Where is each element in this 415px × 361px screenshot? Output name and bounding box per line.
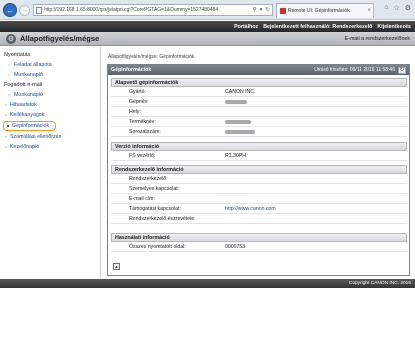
panel-header: Gépinformációk Utolsó frissítés: 09/11 2… — [108, 65, 409, 75]
portal-link[interactable]: Portálhoz — [234, 24, 258, 30]
forward-arrow-icon[interactable]: → — [19, 5, 30, 16]
search-icon[interactable]: ⚲ — [253, 7, 257, 13]
sidebar-item-operator-log[interactable]: Kezelőnapló — [0, 142, 100, 152]
refresh-icon[interactable]: ↻ — [265, 7, 270, 13]
sidebar-item-device-info[interactable]: Gépinformációk — [3, 121, 56, 131]
refresh-icon: ↻ — [399, 67, 405, 73]
info-label: Hely: — [129, 109, 141, 115]
usage-section: Használati információ Összes nyomtatott … — [111, 233, 407, 252]
sidebar-item-print-log[interactable]: Munkanapló — [0, 70, 100, 80]
close-tab-icon[interactable]: × — [367, 8, 371, 14]
info-row: Rendszerkezelő észrevétele: — [111, 214, 407, 224]
panel-title: Gépinformációk — [111, 67, 152, 73]
section-title: Használati információ — [111, 233, 407, 242]
info-row: Terméknév: — [111, 117, 407, 127]
info-label: Rendszerkezelő: — [129, 176, 168, 182]
info-row: FS vezérlő: R1.30PH — [111, 151, 407, 161]
refresh-button[interactable]: ↻ — [398, 66, 406, 74]
info-label: Gépnév: — [129, 99, 149, 105]
breadcrumb: Állapotfigyelés/mégse: Gépinformációk — [108, 54, 195, 60]
info-row: Támogatási kapcsolat: http://www.canon.c… — [111, 204, 407, 214]
info-label: Sorozatszám: — [129, 129, 161, 135]
section-title: Verzió információ — [111, 142, 407, 151]
browser-tab[interactable]: Remote UI: Gépinformációk × — [276, 3, 374, 18]
copyright: Copyright CANON INC. 2016 — [348, 281, 411, 286]
sidebar-section-print: Nyomtatás — [4, 52, 31, 58]
admin-section: Rendszerkezelő információ Rendszerkezelő… — [111, 165, 407, 224]
canon-favicon-icon — [280, 8, 286, 14]
tab-title: Remote UI: Gépinformációk — [288, 8, 350, 14]
browser-toolbar: ← → http://192.168.1.65:8000/rps/jstatpr… — [0, 0, 415, 20]
sidebar-item-email-log[interactable]: Munkanapló — [0, 90, 100, 100]
total-pages-value: 0000753 — [225, 244, 246, 250]
address-bar[interactable]: http://192.168.1.65:8000/rps/jstatpri.cg… — [33, 4, 273, 16]
browser-icons: ⌂ ☆ ⚙ — [384, 4, 411, 12]
info-label: Rendszerkezelő észrevétele: — [129, 216, 196, 222]
info-label: Összes nyomtatott oldal: — [129, 244, 186, 250]
mail-admin-link[interactable]: E-mail a rendszerkezelőnek — [345, 36, 410, 42]
arrow-up-icon: ▲ — [114, 264, 119, 269]
home-icon[interactable]: ⌂ — [384, 4, 388, 12]
dropdown-icon[interactable]: ▾ — [260, 7, 263, 13]
info-row: Személyes kapcsolat: — [111, 184, 407, 194]
serial-number-value — [225, 129, 255, 136]
support-link[interactable]: http://www.canon.com — [225, 206, 276, 212]
sidebar-item-job-status[interactable]: Feladat állapota — [0, 60, 100, 70]
info-label: Gyártó: — [129, 89, 147, 95]
sidebar: Nyomtatás Feladat állapota Munkanapló Fo… — [0, 47, 101, 279]
device-name-value — [225, 99, 247, 106]
url-text[interactable]: http://192.168.1.65:8000/rps/jstatpri.cg… — [44, 7, 218, 13]
sidebar-item-error-info[interactable]: Hibaadatok — [0, 100, 100, 110]
page-title: Állapotfigyelés/mégse — [20, 34, 100, 43]
logout-link[interactable]: Kijelentkezés — [377, 24, 411, 30]
info-row: Összes nyomtatott oldal: 0000753 — [111, 242, 407, 252]
logged-in-user: Bejelentkezett felhasználó: Rendszerkeze… — [263, 23, 373, 30]
sidebar-section-received-email: Fogadott e-mail — [4, 82, 43, 88]
gear-icon[interactable]: ⚙ — [405, 4, 411, 12]
section-title: Alapvető gépinformációk — [111, 78, 407, 87]
sidebar-item-consumables[interactable]: Kellékanyagok — [0, 110, 100, 120]
info-label: Terméknév: — [129, 119, 156, 125]
last-updated: Utolsó frissítés: 09/11 2016 11:58:46 — [314, 67, 395, 73]
address-tools: ⚲ ▾ ↻ — [250, 7, 270, 13]
basic-info-section: Alapvető gépinformációk Gyártó: CANON IN… — [111, 78, 407, 137]
page-icon — [36, 6, 42, 14]
info-row: E-mail cím: — [111, 194, 407, 204]
status-monitor-icon: ⚙ — [6, 33, 16, 44]
product-name-value — [225, 119, 251, 126]
main-content: Állapotfigyelés/mégse: Gépinformációk Gé… — [103, 47, 412, 279]
footer: Copyright CANON INC. 2016 — [0, 279, 415, 288]
info-row: Hely: — [111, 107, 407, 117]
info-row: Sorozatszám: — [111, 127, 407, 137]
portal-bar: Portálhoz Bejelentkezett felhasználó: Re… — [0, 21, 415, 32]
info-row: Gépnév: — [111, 97, 407, 107]
info-label: FS vezérlő: — [129, 153, 156, 159]
version-section: Verzió információ FS vezérlő: R1.30PH — [111, 142, 407, 161]
back-arrow-icon[interactable]: ← — [3, 3, 17, 17]
info-label: Támogatási kapcsolat: — [129, 206, 181, 212]
page-header: ⚙ Állapotfigyelés/mégse E-mail a rendsze… — [0, 32, 415, 46]
section-title: Rendszerkezelő információ — [111, 165, 407, 174]
device-info-panel: Gépinformációk Utolsó frissítés: 09/11 2… — [107, 64, 410, 276]
controller-version-value: R1.30PH — [225, 153, 247, 159]
info-row: Gyártó: CANON INC. — [111, 87, 407, 97]
info-label: Személyes kapcsolat: — [129, 186, 180, 192]
star-icon[interactable]: ☆ — [393, 4, 399, 12]
manufacturer-value: CANON INC. — [225, 89, 256, 95]
page-top-button[interactable]: ▲ — [113, 263, 120, 270]
info-row: Rendszerkezelő: — [111, 174, 407, 184]
info-label: E-mail cím: — [129, 196, 155, 202]
sidebar-item-counter-check[interactable]: Számlálási ellenőrzés — [0, 132, 100, 142]
